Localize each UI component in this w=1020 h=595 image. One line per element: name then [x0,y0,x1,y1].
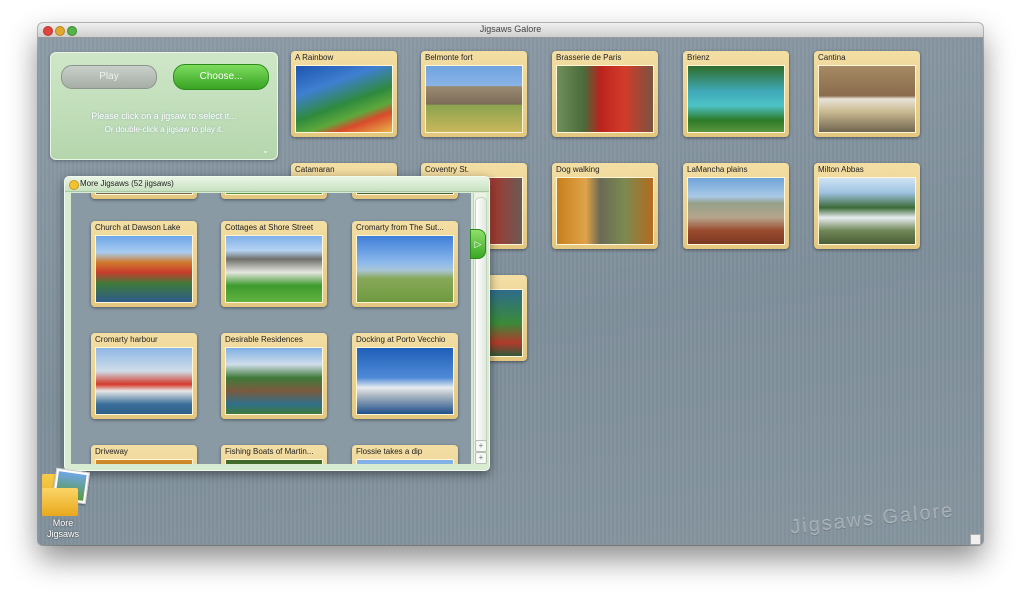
jigsaw-thumbnail [687,65,785,133]
jigsaw-label: Cromarty harbour [95,335,158,344]
instruction-subtext: Or double-click a jigsaw to play it. [104,125,224,134]
jigsaw-label: Belmonte fort [425,53,473,62]
jigsaw-label: Cottages at Shore Street [225,223,314,232]
jigsaw-thumbnail [356,459,454,464]
jigsaw-label: Cromarty from The Sut... [356,223,444,232]
jigsaw-label: Catamaran [295,165,335,174]
jigsaw-thumbnail [687,177,785,245]
jigsaw-thumbnail [95,193,193,195]
jigsaw-tile-docking-at-porto-vecchio[interactable]: Docking at Porto Vecchio [352,333,458,419]
jigsaw-thumbnail [356,347,454,415]
play-button[interactable]: Play [61,65,157,89]
jigsaw-tile-cromarty-harbour[interactable]: Cromarty harbour [91,333,197,419]
jigsaw-thumbnail [556,177,654,245]
jigsaw-thumbnail [225,459,323,464]
jigsaw-tile-dog-walking[interactable]: Dog walking [552,163,658,249]
jigsaw-label: Brasserie de Paris [556,53,622,62]
control-panel: Play Choose... Please click on a jigsaw … [50,52,278,160]
jigsaw-thumbnail [95,459,193,464]
jigsaw-thumbnail [556,65,654,133]
panel-toggle-tab[interactable]: ▷ [470,229,486,259]
jigsaw-tile-driveway[interactable]: Driveway [91,445,197,464]
resize-handle[interactable] [970,534,981,545]
close-panel-button[interactable] [69,180,79,190]
jigsaw-tile-partial[interactable] [352,193,458,199]
jigsaw-thumbnail [95,235,193,303]
more-jigsaws-folder-label[interactable]: More Jigsaws [36,518,90,540]
chevron-down-icon[interactable]: ⌄ [262,146,269,155]
jigsaw-thumbnail [356,193,454,195]
jigsaw-tile-milton-abbas[interactable]: Milton Abbas [814,163,920,249]
app-watermark: Jigsaws Galore [789,499,956,539]
jigsaw-thumbnail [225,235,323,303]
jigsaw-label: Dog walking [556,165,600,174]
jigsaw-tile-a-rainbow[interactable]: A Rainbow [291,51,397,137]
jigsaw-thumbnail [425,65,523,133]
jigsaw-thumbnail [95,347,193,415]
more-jigsaws-header[interactable]: More Jigsaws (52 jigsaws) [65,177,489,192]
jigsaw-label: Coventry St. [425,165,470,174]
choose-button[interactable]: Choose... [173,64,269,90]
jigsaw-tile-belmonte-fort[interactable]: Belmonte fort [421,51,527,137]
jigsaw-tile-partial[interactable] [91,193,197,199]
jigsaw-tile-lamancha-plains[interactable]: LaMancha plains [683,163,789,249]
more-jigsaws-folder-icon[interactable] [42,467,91,516]
more-jigsaws-list[interactable]: Church at Dawson Lake Cottages at Shore … [71,193,471,464]
jigsaw-thumbnail [356,235,454,303]
jigsaw-label: LaMancha plains [687,165,748,174]
jigsaw-thumbnail [818,177,916,245]
jigsaw-label: Driveway [95,447,128,456]
jigsaw-thumbnail [818,65,916,133]
jigsaw-label: Flossie takes a dip [356,447,423,456]
jigsaw-label: Brienz [687,53,710,62]
jigsaw-label: Milton Abbas [818,165,864,174]
jigsaw-thumbnail [295,65,393,133]
jigsaw-label: Church at Dawson Lake [95,223,181,232]
jigsaw-thumbnail [225,193,323,195]
instruction-text: Please click on a jigsaw to select it... [91,111,237,121]
jigsaw-label: A Rainbow [295,53,334,62]
jigsaw-tile-flossie-takes-a-dip[interactable]: Flossie takes a dip [352,445,458,464]
jigsaw-label: Cantina [818,53,846,62]
jigsaw-label: Docking at Porto Vecchio [356,335,446,344]
jigsaw-tile-fishing-boats-of-martin[interactable]: Fishing Boats of Martin... [221,445,327,464]
more-jigsaws-title: More Jigsaws (52 jigsaws) [80,179,174,188]
scroll-up-button[interactable]: + [475,440,487,452]
jigsaw-tile-desirable-residences[interactable]: Desirable Residences [221,333,327,419]
jigsaw-label: Fishing Boats of Martin... [225,447,314,456]
more-jigsaws-panel: More Jigsaws (52 jigsaws) Church at Daws… [64,176,490,471]
jigsaw-tile-cottages-at-shore-street[interactable]: Cottages at Shore Street [221,221,327,307]
window-title: Jigsaws Galore [479,24,542,34]
jigsaw-thumbnail [225,347,323,415]
title-bar[interactable]: Jigsaws Galore [38,23,983,38]
jigsaw-tile-cantina[interactable]: Cantina [814,51,920,137]
jigsaw-tile-church-at-dawson-lake[interactable]: Church at Dawson Lake [91,221,197,307]
jigsaw-label: Desirable Residences [225,335,303,344]
scroll-down-button[interactable]: + [475,452,487,464]
jigsaw-tile-cromarty-from-the-sut[interactable]: Cromarty from The Sut... [352,221,458,307]
jigsaw-tile-brasserie-de-paris[interactable]: Brasserie de Paris [552,51,658,137]
jigsaw-tile-partial[interactable] [221,193,327,199]
jigsaw-tile-brienz[interactable]: Brienz [683,51,789,137]
